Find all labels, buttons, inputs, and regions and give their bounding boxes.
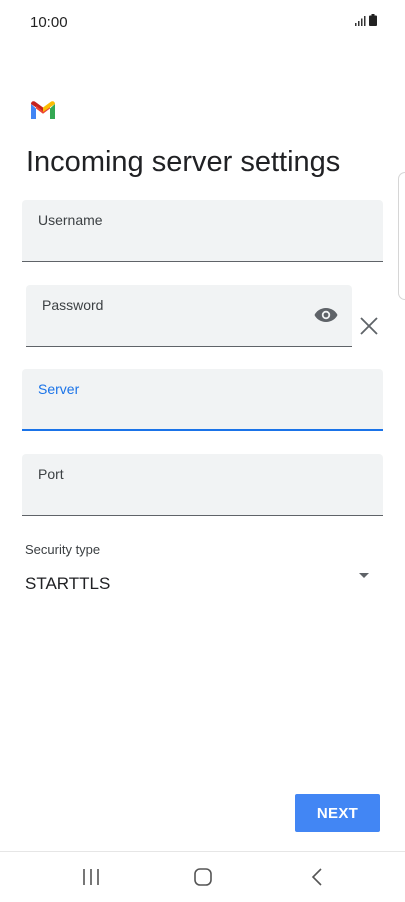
status-icons [355,14,377,26]
eye-icon[interactable] [314,307,338,323]
port-field[interactable]: Port [22,454,383,516]
edge-panel-handle[interactable] [398,172,405,300]
status-time: 10:00 [30,14,68,31]
security-type-value: STARTTLS [25,574,111,593]
next-button[interactable]: NEXT [295,794,380,832]
port-label: Port [38,466,64,482]
password-field[interactable]: Password [26,285,352,347]
back-icon[interactable] [306,866,330,888]
port-input[interactable] [38,486,367,508]
home-icon[interactable] [191,866,215,888]
dropdown-arrow-icon [359,573,369,578]
navigation-bar [0,852,405,902]
recent-apps-icon[interactable] [79,866,103,888]
server-label: Server [38,381,80,397]
password-input[interactable] [42,317,304,339]
page-title: Incoming server settings [26,146,341,178]
status-bar: 10:00 [0,0,405,48]
battery-icon [369,14,377,26]
username-label: Username [38,212,103,228]
server-field[interactable]: Server [22,369,383,431]
signal-icon [355,16,366,26]
username-field[interactable]: Username [22,200,383,262]
security-type-dropdown[interactable]: STARTTLS [25,566,379,604]
server-input[interactable] [38,401,367,423]
password-label: Password [42,297,104,313]
username-input[interactable] [38,232,367,254]
security-type-label: Security type [25,542,101,557]
close-icon[interactable] [359,316,379,336]
gmail-logo [31,101,55,119]
